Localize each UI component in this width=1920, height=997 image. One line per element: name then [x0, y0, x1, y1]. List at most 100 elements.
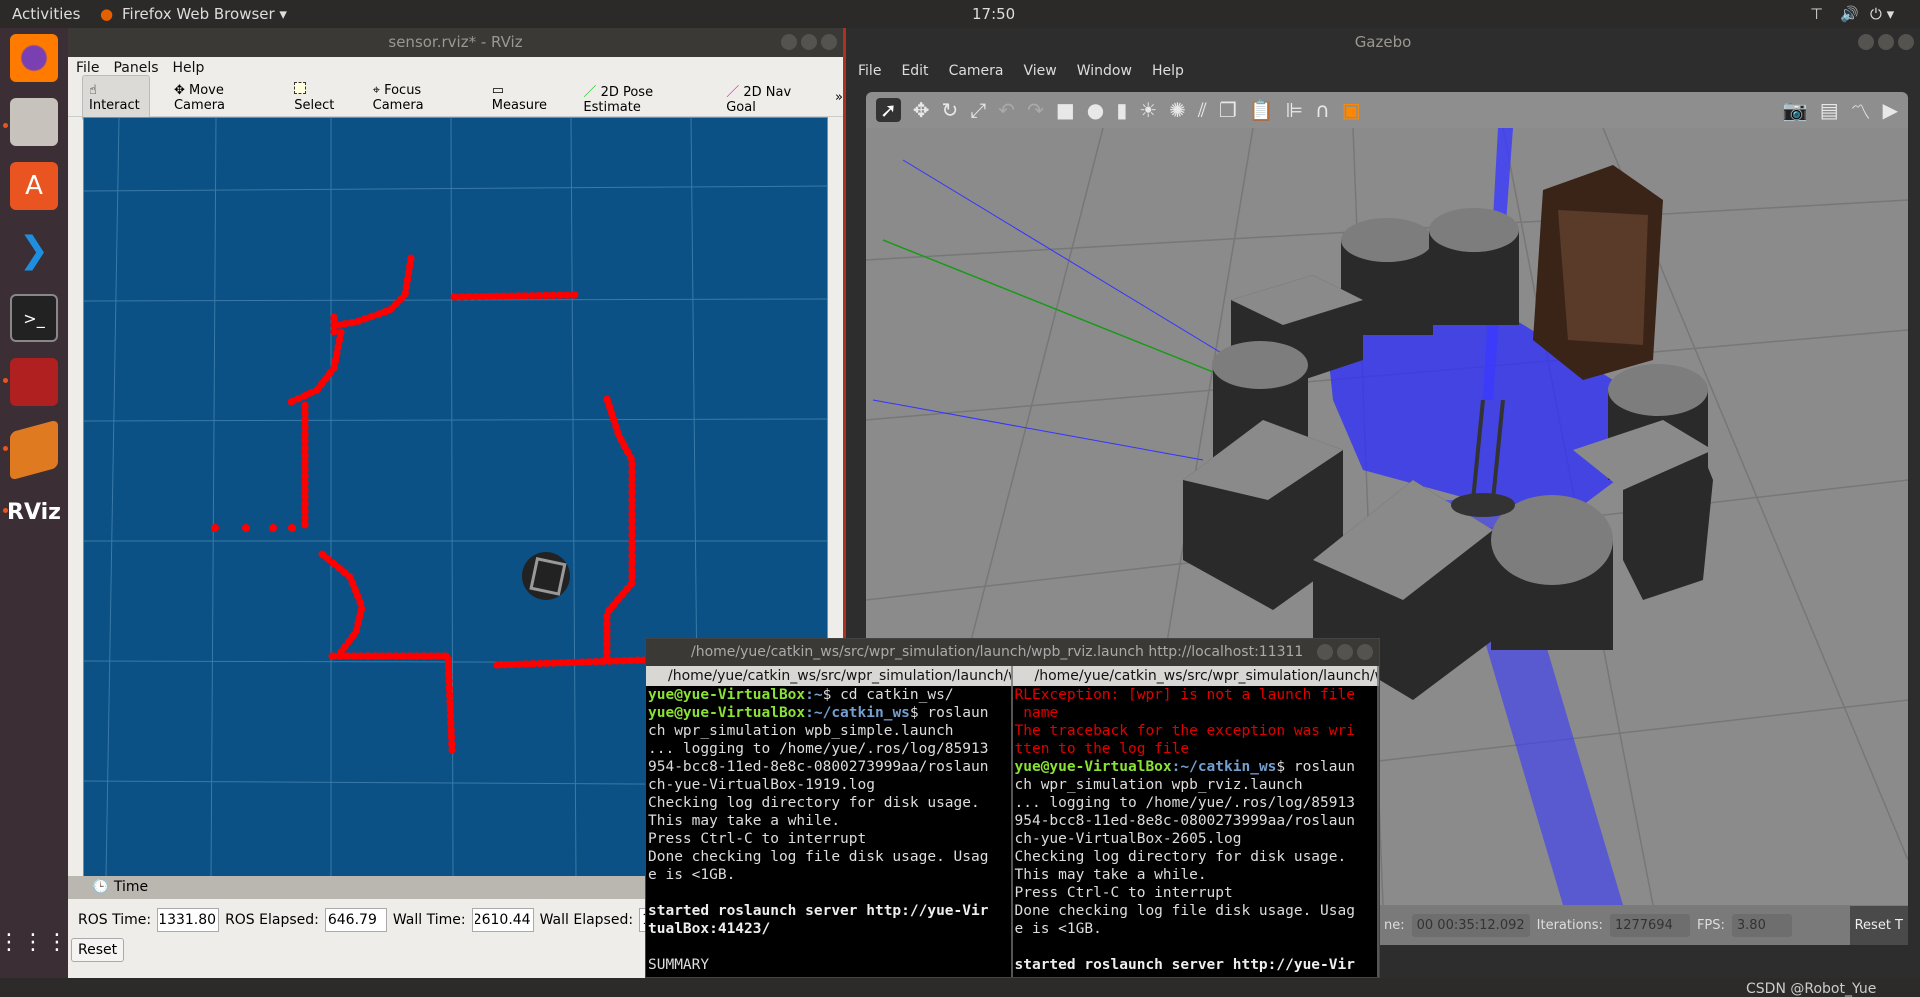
reset-button[interactable]: Reset: [71, 938, 125, 962]
rviz-icon[interactable]: RViz: [7, 488, 61, 536]
nav-goal-tool[interactable]: ／ 2D Nav Goal: [720, 74, 817, 122]
align-icon[interactable]: ⊫: [1286, 98, 1303, 122]
sphere-icon[interactable]: ●: [1087, 98, 1104, 122]
scale-icon[interactable]: ⤢: [970, 98, 986, 122]
menu-help[interactable]: Help: [1152, 57, 1184, 85]
translate-icon[interactable]: ✥: [913, 98, 930, 122]
minimize-button[interactable]: [781, 34, 797, 50]
terminal-line: Done checking log file disk usage. Usag: [648, 849, 989, 865]
menu-view[interactable]: View: [1024, 57, 1057, 85]
vscode-icon[interactable]: ❯: [10, 226, 58, 274]
rotate-icon[interactable]: ↻: [942, 98, 959, 122]
more-tools-button[interactable]: »: [835, 90, 843, 105]
snap-icon[interactable]: ∩: [1315, 98, 1330, 122]
software-icon[interactable]: A: [10, 162, 58, 210]
minimize-button[interactable]: [1858, 34, 1874, 50]
terminal-line: name: [1014, 705, 1059, 721]
rviz-title-bar[interactable]: sensor.rviz* - RViz: [68, 28, 843, 57]
terminal-icon[interactable]: >_: [10, 294, 58, 342]
terminal-line: ch-yue-VirtualBox-1919.log: [648, 777, 875, 793]
menu-edit[interactable]: Edit: [901, 57, 928, 85]
wall-time-field[interactable]: [471, 908, 534, 932]
menu-window[interactable]: Window: [1077, 57, 1132, 85]
ros-time-field[interactable]: [157, 908, 220, 932]
directional-light-icon[interactable]: ⫽: [1198, 98, 1207, 122]
minimize-button[interactable]: [1317, 644, 1333, 660]
terminal-line: Done checking log file disk usage. Usag: [1014, 903, 1355, 919]
scan-segment: [285, 328, 345, 407]
interact-tool[interactable]: ☝ Interact: [82, 74, 150, 121]
terminal-pane-left[interactable]: yue@yue-VirtualBox:~$ cd catkin_ws/yue@y…: [646, 686, 1013, 977]
spot-light-icon[interactable]: ✺: [1169, 98, 1186, 122]
wall-time-label: Wall Time:: [392, 912, 466, 928]
redo-icon[interactable]: ↷: [1027, 98, 1044, 122]
log-icon[interactable]: ▤: [1820, 98, 1839, 122]
select-tool[interactable]: Select: [288, 75, 348, 120]
scan-segment: [334, 254, 415, 329]
undo-icon[interactable]: ↶: [998, 98, 1015, 122]
select-mode-icon[interactable]: ➚: [876, 98, 901, 122]
move-camera-tool[interactable]: ✥ Move Camera: [168, 76, 270, 120]
terminal-line: RLException: [wpr] is not a launch file: [1014, 687, 1355, 703]
ros-elapsed-field[interactable]: [324, 908, 387, 932]
volume-icon[interactable]: 🔊: [1840, 5, 1859, 23]
window-title: /home/yue/catkin_ws/src/wpr_simulation/l…: [691, 644, 1304, 660]
close-button[interactable]: [1357, 644, 1373, 660]
wall-elapsed-label: Wall Elapsed:: [539, 912, 634, 928]
ros-time-label: ROS Time:: [78, 912, 152, 928]
terminal-line: ... logging to /home/yue/.ros/log/85913: [1014, 795, 1355, 811]
scan-segment: [603, 395, 636, 666]
power-icon[interactable]: ⏻ ▾: [1870, 5, 1894, 23]
terminal-pane-right[interactable]: RLException: [wpr] is not a launch file …: [1013, 686, 1379, 977]
reset-time-button[interactable]: Reset T: [1849, 905, 1908, 945]
terminal-tab-left[interactable]: /home/yue/catkin_ws/src/wpr_simulation/l…: [646, 666, 1013, 686]
view-angle-icon[interactable]: ▣: [1342, 98, 1361, 122]
menu-camera[interactable]: Camera: [949, 57, 1004, 85]
maximize-button[interactable]: [801, 34, 817, 50]
window-title: sensor.rviz* - RViz: [388, 33, 523, 51]
screenshot-icon[interactable]: 📷: [1783, 98, 1808, 122]
record-video-icon[interactable]: ▶: [1883, 98, 1898, 122]
box-icon[interactable]: ■: [1056, 98, 1075, 122]
fps-label: FPS:: [1696, 917, 1725, 933]
gazebo-toolbar: ➚ ✥ ↻ ⤢ ↶ ↷ ■ ● ▮ ☀ ✺ ⫽ ❐ 📋 ⊫ ∩ ▣ 📷 ▤ 〽 ▶: [866, 92, 1908, 128]
pose-estimate-tool[interactable]: ／ 2D Pose Estimate: [577, 74, 702, 122]
terminal-line: 954-bcc8-11ed-8e8c-0800273999aa/roslaun: [648, 759, 989, 775]
close-button[interactable]: [821, 34, 837, 50]
terminal-line: e is <1GB.: [648, 867, 736, 883]
iterations-label: Iterations:: [1536, 917, 1603, 933]
virtualbox-icon[interactable]: [10, 419, 58, 481]
toolbar: ☝ Interact ✥ Move Camera Select ⌖ Focus …: [68, 74, 843, 121]
network-icon[interactable]: ⊤: [1810, 5, 1823, 23]
maximize-button[interactable]: [1337, 644, 1353, 660]
cylinder-icon[interactable]: ▮: [1116, 98, 1127, 122]
clock[interactable]: 17:50: [972, 5, 1015, 23]
copy-icon[interactable]: ❐: [1219, 98, 1237, 122]
terminal-line: started roslaunch server http://yue-Vir: [1014, 957, 1355, 973]
robot-model: [522, 552, 570, 600]
gazebo-title-bar[interactable]: Gazebo: [846, 28, 1920, 57]
point-light-icon[interactable]: ☀: [1139, 98, 1157, 122]
firefox-icon[interactable]: [10, 34, 58, 82]
paste-icon[interactable]: 📋: [1249, 98, 1274, 122]
scan-segment: [318, 550, 366, 656]
terminal-line: ​: [648, 884, 1011, 902]
maximize-button[interactable]: [1878, 34, 1894, 50]
close-button[interactable]: [1898, 34, 1914, 50]
focus-camera-tool[interactable]: ⌖ Focus Camera: [367, 76, 468, 120]
terminal-line: This may take a while.: [1014, 867, 1207, 883]
app-menu[interactable]: Firefox Web Browser ▾: [122, 5, 287, 23]
files-icon[interactable]: [10, 98, 58, 146]
terminal-title-bar[interactable]: /home/yue/catkin_ws/src/wpr_simulation/l…: [646, 639, 1379, 666]
bookshelf: [1533, 165, 1663, 380]
terminal-line: The traceback for the exception was wri: [1014, 723, 1355, 739]
top-bar: Activities ● Firefox Web Browser ▾ 17:50…: [0, 0, 1920, 28]
watermark: CSDN @Robot_Yue: [1746, 981, 1877, 997]
plot-icon[interactable]: 〽: [1851, 96, 1871, 125]
terminal-tab-right[interactable]: /home/yue/catkin_ws/src/wpr_simulation/l…: [1013, 666, 1379, 686]
system-monitor-icon[interactable]: [10, 358, 58, 406]
measure-tool[interactable]: ▭ Measure: [486, 76, 560, 120]
apps-grid-icon[interactable]: ⋮⋮⋮: [0, 918, 68, 966]
activities-button[interactable]: Activities: [12, 5, 80, 23]
menu-file[interactable]: File: [858, 57, 881, 85]
